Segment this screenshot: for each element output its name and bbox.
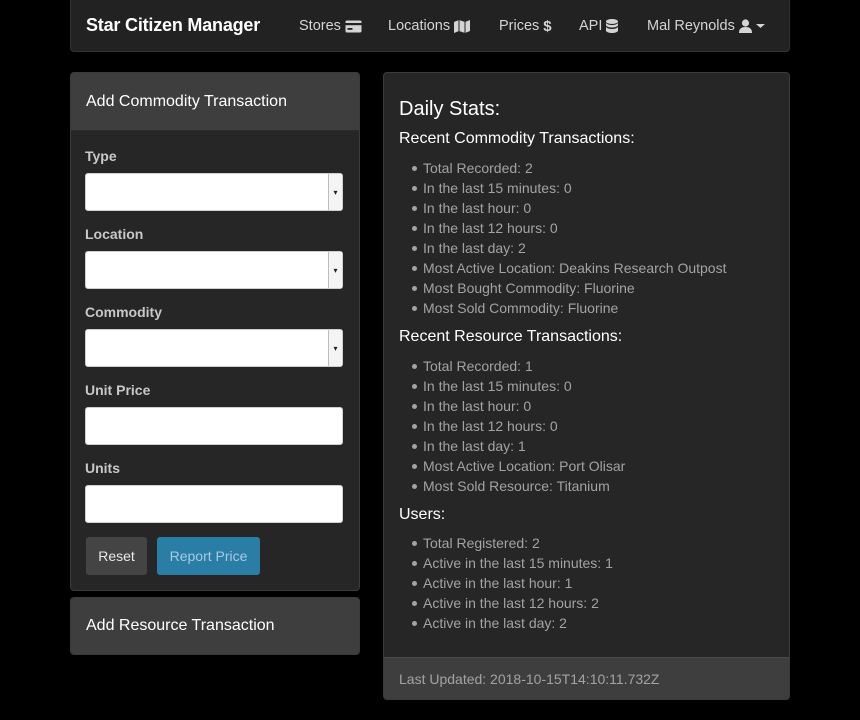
commodity-label: Commodity bbox=[85, 304, 162, 320]
commodity-section-title: Recent Commodity Transactions: bbox=[399, 130, 635, 147]
unit-price-input[interactable] bbox=[85, 407, 343, 445]
nav-item-label: Prices bbox=[499, 18, 540, 34]
chevron-down-icon: ▾ bbox=[328, 330, 342, 366]
users-stats-list: Total Registered: 2 Active in the last 1… bbox=[412, 533, 613, 633]
list-item: Most Active Location: Deakins Research O… bbox=[411, 260, 727, 276]
list-item: In the last day: 1 bbox=[411, 436, 625, 456]
nav-item-locations[interactable]: Locations bbox=[388, 0, 471, 52]
stats-title: Daily Stats: bbox=[399, 98, 501, 120]
nav-item-prices[interactable]: Prices $ bbox=[499, 0, 552, 52]
list-item: In the last hour: 0 bbox=[411, 396, 625, 416]
map-icon bbox=[454, 19, 471, 33]
list-item: Total Recorded: 1 bbox=[411, 356, 625, 376]
chevron-down-icon: ▾ bbox=[328, 252, 342, 288]
stats-footer: Last Updated: 2018-10-15T14:10:11.732Z bbox=[384, 657, 789, 699]
list-item: Total Recorded: 2 bbox=[411, 158, 726, 178]
reset-button[interactable]: Reset bbox=[86, 537, 147, 575]
resource-section-title: Recent Resource Transactions: bbox=[399, 328, 623, 345]
user-icon bbox=[738, 19, 752, 33]
dollar-icon: $ bbox=[543, 17, 552, 35]
list-item: Most Active Location: Port Olisar bbox=[411, 458, 626, 474]
brand-link[interactable]: Star Citizen Manager bbox=[86, 15, 260, 36]
report-price-button[interactable]: Report Price bbox=[157, 537, 260, 575]
list-item: In the last hour: 0 bbox=[411, 198, 726, 218]
nav-item-api[interactable]: API bbox=[579, 0, 619, 52]
nav-item-stores[interactable]: Stores bbox=[299, 0, 362, 52]
panel-title: Add Resource Transaction bbox=[86, 617, 275, 634]
nav-item-label: Locations bbox=[388, 18, 451, 34]
list-item: Active in the last 12 hours: 2 bbox=[412, 593, 613, 613]
caret-down-icon bbox=[755, 23, 765, 29]
nav-item-label: Stores bbox=[299, 18, 341, 34]
user-menu-label: Mal Reynolds bbox=[647, 18, 735, 34]
commodity-stats-list: Total Recorded: 2 In the last 15 minutes… bbox=[411, 158, 727, 318]
list-item: In the last 12 hours: 0 bbox=[411, 416, 625, 436]
list-item: Active in the last 15 minutes: 1 bbox=[412, 555, 613, 571]
list-item: Most Sold Resource: Titanium bbox=[411, 476, 625, 496]
type-select[interactable]: ▾ bbox=[85, 173, 343, 211]
location-select[interactable]: ▾ bbox=[85, 251, 343, 289]
list-item: Most Sold Commodity: Fluorine bbox=[411, 298, 726, 318]
list-item: Active in the last day: 2 bbox=[412, 613, 613, 633]
users-section-title: Users: bbox=[399, 506, 446, 523]
commodity-select[interactable]: ▾ bbox=[85, 329, 343, 367]
chevron-down-icon: ▾ bbox=[328, 174, 342, 210]
list-item: In the last day: 2 bbox=[411, 238, 726, 258]
location-label: Location bbox=[85, 226, 144, 242]
user-menu-dropdown[interactable]: Mal Reynolds bbox=[647, 0, 765, 52]
resource-stats-list: Total Recorded: 1 In the last 15 minutes… bbox=[411, 356, 626, 496]
list-item: Most Bought Commodity: Fluorine bbox=[411, 278, 726, 298]
list-item: In the last 12 hours: 0 bbox=[411, 218, 726, 238]
unit-price-label: Unit Price bbox=[85, 382, 151, 398]
units-input[interactable] bbox=[85, 485, 343, 523]
last-updated-text: Last Updated: 2018-10-15T14:10:11.732Z bbox=[399, 670, 660, 687]
list-item: Active in the last hour: 1 bbox=[412, 573, 613, 593]
panel-heading: Add Resource Transaction bbox=[71, 598, 359, 654]
resource-transaction-panel[interactable]: Add Resource Transaction bbox=[70, 597, 360, 655]
nav-item-label: API bbox=[579, 18, 603, 34]
list-item: In the last 15 minutes: 0 bbox=[411, 376, 625, 396]
navbar: Star Citizen Manager Stores Locations Pr… bbox=[70, 0, 790, 52]
units-label: Units bbox=[85, 460, 120, 476]
commodity-form-fields: Type ▾ Location ▾ Commodity ▾ Unit Price… bbox=[70, 72, 360, 591]
daily-stats-panel: Daily Stats: Recent Commodity Transactio… bbox=[383, 72, 790, 700]
credit-card-icon bbox=[345, 20, 362, 33]
type-label: Type bbox=[85, 148, 117, 164]
database-icon bbox=[606, 19, 619, 33]
list-item: Total Registered: 2 bbox=[412, 533, 613, 553]
list-item: In the last 15 minutes: 0 bbox=[411, 178, 726, 198]
